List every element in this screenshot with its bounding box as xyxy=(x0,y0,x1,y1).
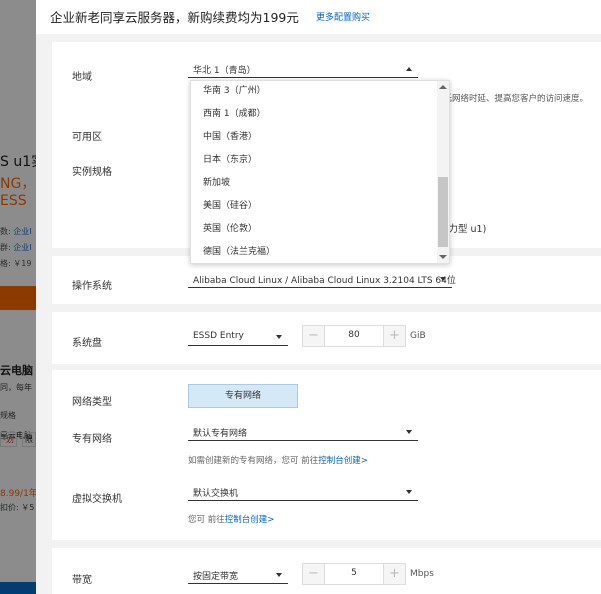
region-option[interactable]: 德国（法兰克福） xyxy=(203,244,275,257)
bandwidth-minus-button[interactable]: − xyxy=(303,564,325,584)
bandwidth-plus-button[interactable]: + xyxy=(383,564,405,584)
region-dropdown: 华南 3（广州） 西南 1（成都） 中国（香港） 日本（东京） 新加坡 美国（硅… xyxy=(190,80,450,264)
vswitch-label: 虚拟交换机 xyxy=(72,494,122,505)
disk-label: 系统盘 xyxy=(72,338,102,349)
dropdown-scrollbar[interactable] xyxy=(437,81,449,263)
drawer-title: 企业新老同享云服务器，新购续费均为199元 xyxy=(50,10,299,25)
vpc-select[interactable]: 默认专有网络 xyxy=(188,423,418,441)
bandwidth-value[interactable]: 5 xyxy=(325,568,383,578)
vswitch-selected-value: 默认交换机 xyxy=(193,489,239,499)
bandwidth-mode-select[interactable]: 按固定带宽 xyxy=(188,566,288,584)
vpc-console-link[interactable]: 控制台创建> xyxy=(318,456,368,466)
chevron-down-icon xyxy=(276,335,282,339)
bandwidth-stepper: − 5 + xyxy=(302,563,406,585)
disk-type-value: ESSD Entry xyxy=(193,331,244,341)
disk-type-select[interactable]: ESSD Entry xyxy=(188,328,288,346)
chevron-down-icon xyxy=(406,490,412,494)
region-option[interactable]: 新加坡 xyxy=(203,175,230,188)
region-option[interactable]: 日本（东京） xyxy=(203,152,257,165)
region-option[interactable]: 英国（伦敦） xyxy=(203,221,257,234)
chevron-down-icon xyxy=(440,277,446,281)
card-disk: 系统盘 ESSD Entry − 80 + GiB xyxy=(52,312,601,364)
vswitch-select[interactable]: 默认交换机 xyxy=(188,483,418,501)
zone-label: 可用区 xyxy=(72,132,102,143)
os-select[interactable]: Alibaba Cloud Linux / Alibaba Cloud Linu… xyxy=(188,270,456,288)
disk-size-value[interactable]: 80 xyxy=(325,330,383,340)
network-type-vpc-button[interactable]: 专有网络 xyxy=(188,384,298,408)
bandwidth-unit: Mbps xyxy=(410,569,434,579)
scroll-down-icon[interactable] xyxy=(439,255,447,259)
instance-label: 实例规格 xyxy=(72,167,112,178)
os-label: 操作系统 xyxy=(72,281,112,292)
chevron-down-icon xyxy=(406,430,412,434)
region-option[interactable]: 西南 1（成都） xyxy=(203,106,266,119)
chevron-down-icon xyxy=(276,573,282,577)
drawer-header: 企业新老同享云服务器，新购续费均为199元 更多配置购买 xyxy=(36,0,601,34)
card-network: 网络类型 专有网络 默认专有网络 如需创建新的专有网络，您可 前往控制台创建> … xyxy=(52,370,601,540)
vpc-hint: 如需创建新的专有网络，您可 前往控制台创建> xyxy=(188,456,368,466)
region-option[interactable]: 华南 3（广州） xyxy=(203,83,266,96)
scrollbar-thumb[interactable] xyxy=(438,177,448,247)
vswitch-hint: 您可 前往控制台创建> xyxy=(188,515,275,525)
bandwidth-mode-value: 按固定带宽 xyxy=(193,572,239,582)
disk-unit: GiB xyxy=(410,331,426,341)
region-option[interactable]: 中国（香港） xyxy=(203,129,257,142)
disk-size-stepper: − 80 + xyxy=(302,325,406,347)
disk-minus-button[interactable]: − xyxy=(303,326,325,346)
vpc-label: 专有网络 xyxy=(72,434,112,445)
caret-up-icon xyxy=(406,67,412,71)
more-config-link[interactable]: 更多配置购买 xyxy=(316,10,370,23)
region-option[interactable]: 美国（硅谷） xyxy=(203,198,257,211)
region-selected-value: 华北 1（青岛） xyxy=(193,66,256,76)
scroll-up-icon[interactable] xyxy=(439,85,447,89)
region-select[interactable]: 华北 1（青岛） xyxy=(188,60,418,78)
region-label: 地域 xyxy=(72,72,92,83)
vswitch-console-link[interactable]: 控制台创建> xyxy=(225,515,275,525)
disk-plus-button[interactable]: + xyxy=(383,326,405,346)
vpc-selected-value: 默认专有网络 xyxy=(193,429,248,439)
config-drawer: 企业新老同享云服务器，新购续费均为199元 更多配置购买 地域 华北 1（青岛）… xyxy=(36,0,601,594)
card-bandwidth: 带宽 按固定带宽 − 5 + Mbps xyxy=(52,548,601,594)
os-selected-value: Alibaba Cloud Linux / Alibaba Cloud Linu… xyxy=(193,276,456,286)
network-type-label: 网络类型 xyxy=(72,397,112,408)
bandwidth-label: 带宽 xyxy=(72,575,92,586)
